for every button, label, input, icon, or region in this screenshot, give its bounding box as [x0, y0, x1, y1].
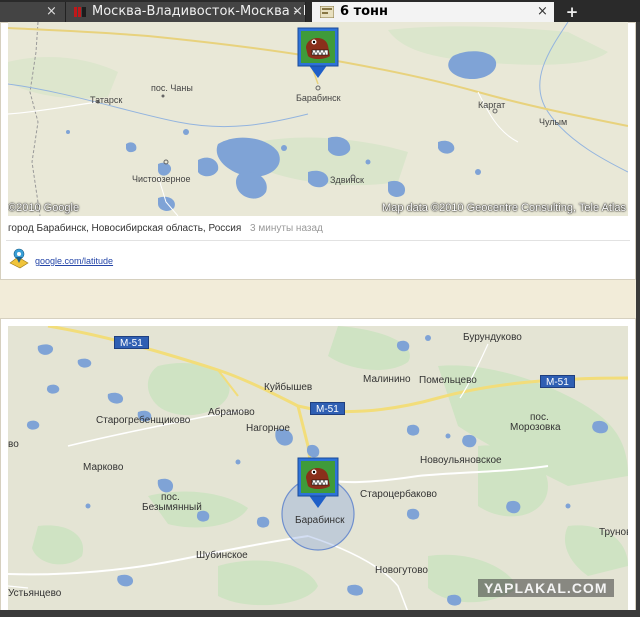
map-label-trunovo: Трунов: [599, 527, 628, 538]
map-label-kargat: Каргат: [478, 100, 506, 110]
latitude-link[interactable]: google.com/latitude: [35, 256, 113, 266]
map-pin-icon[interactable]: [296, 26, 340, 82]
post-divider: [6, 240, 630, 241]
tab-close-icon[interactable]: ×: [292, 2, 303, 22]
map-label-nagornoe: Нагорное: [246, 423, 290, 434]
map-label-chulym: Чулым: [539, 117, 568, 127]
tab-title: 6 тонн: [340, 4, 389, 19]
map-label-kuibyshev: Куйбышев: [264, 382, 313, 393]
tab-6-tonn[interactable]: 6 тонн ×: [312, 2, 554, 22]
tab-close-icon[interactable]: ×: [46, 2, 57, 22]
map-label-ustyantsevo: Устьянцево: [8, 588, 62, 599]
map-label-zdvinsk: Здвинск: [330, 175, 364, 185]
map-label-tatarsk: Татарск: [90, 95, 123, 105]
window-edge: [636, 22, 640, 617]
tab-title: Москва-Владивосток-Москва - П...: [92, 4, 306, 19]
road-shield-m51: M-51: [540, 375, 575, 388]
map-label-abramovo: Абрамово: [208, 407, 255, 418]
location-timestamp: 3 минуты назад: [250, 223, 323, 234]
map-label-novoulyanovskoe: Новоульяновское: [420, 455, 502, 466]
tab-close-icon[interactable]: ×: [537, 2, 548, 22]
map-copyright-google: ©2010 Google: [8, 202, 80, 214]
map-label-left-cut: во: [8, 439, 19, 450]
tab-previous[interactable]: ×: [0, 2, 66, 22]
map-label-morozovka: Морозовка: [510, 422, 561, 433]
tab-moscow-vladivostok[interactable]: Москва-Владивосток-Москва - П... ×: [66, 2, 306, 22]
site-watermark: YAPLAKAL.COM: [478, 579, 614, 597]
map-label-bezymyanny: Безымянный: [142, 502, 202, 513]
map-pin-icon[interactable]: [296, 456, 340, 512]
latitude-badge-icon[interactable]: [8, 247, 30, 269]
map-label-markovo: Марково: [83, 462, 124, 473]
map-label-barabinsk: Барабинск: [296, 93, 341, 103]
map-label-starotserbakovo: Староцербаково: [360, 489, 437, 500]
new-tab-icon[interactable]: +: [557, 2, 587, 22]
screenshot-root: Москва-Владивосток-Москва - П... × × 6 т…: [0, 0, 640, 617]
map-label-chistoozernoe: Чистоозерное: [132, 174, 191, 184]
map-copyright-data: Map data ©2010 Geocentre Consulting, Tel…: [382, 202, 626, 214]
window-bottom-edge: [0, 610, 640, 617]
road-shield-m51: M-51: [114, 336, 149, 349]
location-caption: город Барабинск, Новосибирская область, …: [8, 223, 323, 234]
map-label-malinino: Малинино: [363, 374, 411, 385]
map-label-starogrebentsikovo: Старогребенщиково: [96, 415, 191, 426]
map-label-chany: пос. Чаны: [151, 83, 193, 93]
tab-favicon-icon: [74, 7, 86, 17]
tab-favicon-icon: [320, 6, 334, 18]
map-label-pomeltsevo: Помельцево: [419, 375, 477, 386]
location-text: город Барабинск, Новосибирская область, …: [8, 223, 242, 234]
map-label-shubinskoe: Шубинское: [196, 550, 248, 561]
road-shield-m51: M-51: [310, 402, 345, 415]
map-label-burundukovo: Бурундуково: [463, 332, 522, 343]
browser-tab-strip: Москва-Владивосток-Москва - П... × × 6 т…: [0, 0, 640, 22]
map-label-barabinsk: Барабинск: [295, 515, 345, 526]
map-label-novogutovo: Новогутово: [375, 565, 428, 576]
